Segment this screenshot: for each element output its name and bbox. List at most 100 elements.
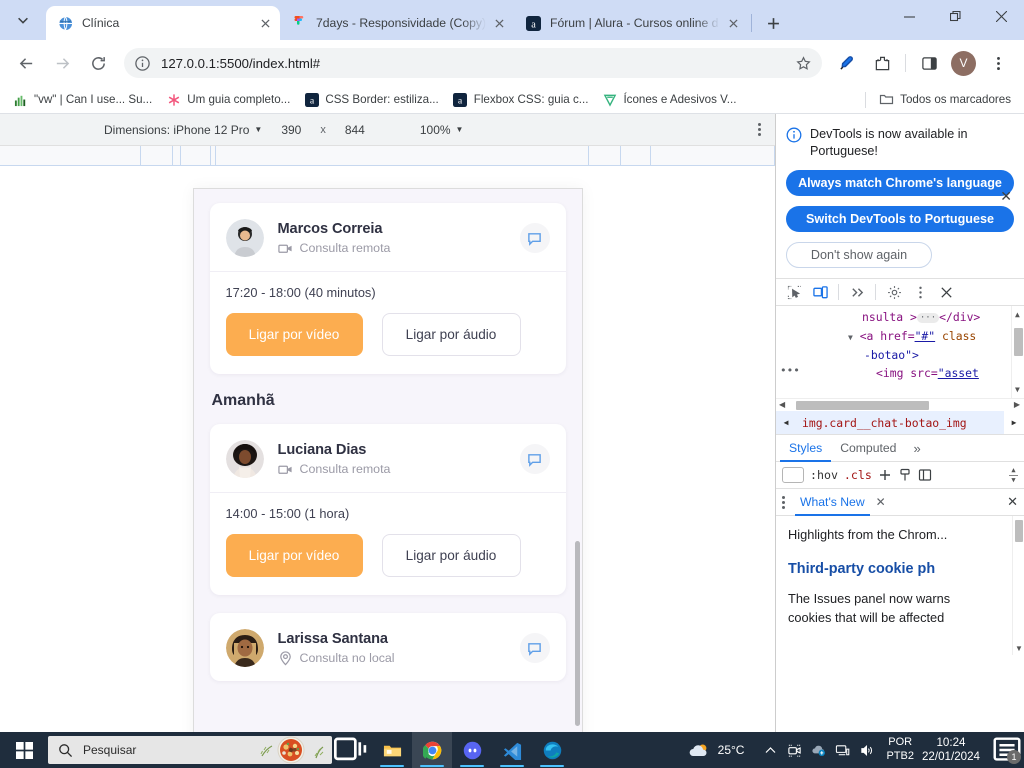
whatsnew-scrollbar[interactable]: ▼ [1012, 516, 1024, 655]
dont-show-again-button[interactable]: Don't show again [786, 242, 932, 268]
close-icon[interactable] [724, 14, 742, 32]
new-style-rule-icon[interactable] [878, 468, 892, 482]
elements-dom-tree[interactable]: nsulta > ··· </div> ▼ <a href="#" class -b… [776, 306, 1024, 398]
settings-gear-icon[interactable] [881, 280, 907, 304]
appointment-card[interactable]: Luciana Dias Consulta remota 14:00 - 15:… [209, 424, 566, 595]
close-icon[interactable] [490, 14, 508, 32]
call-audio-button[interactable]: Ligar por áudio [381, 313, 521, 356]
show-hidden-icons-chevron-up-icon[interactable] [758, 732, 782, 768]
notifications-button[interactable]: 1 [990, 732, 1024, 768]
discord-button[interactable] [452, 732, 492, 768]
address-bar[interactable]: 127.0.0.1:5500/index.html# [124, 48, 822, 78]
page-scrollbar[interactable] [574, 541, 580, 726]
appointment-card[interactable]: Larissa Santana Consulta no local [209, 613, 566, 681]
notification-badge: 1 [1007, 750, 1021, 764]
site-info-icon[interactable] [134, 55, 151, 72]
devtools-close-icon[interactable] [933, 280, 959, 304]
forward-icon[interactable] [47, 48, 77, 78]
styles-pane-resize-handle[interactable]: ▲ ▼ [1009, 466, 1018, 484]
browser-tab-7days[interactable]: 7days - Responsividade (Copy) [280, 6, 514, 40]
device-toolbar-kebab-icon[interactable] [758, 123, 761, 136]
drawer-kebab-icon[interactable] [782, 495, 785, 509]
computed-styles-sidebar-icon[interactable] [898, 468, 912, 482]
eyedropper-icon[interactable] [831, 48, 861, 78]
chat-button[interactable] [519, 444, 550, 474]
more-tabs-chevrons-icon[interactable]: » [905, 441, 928, 456]
dom-line[interactable]: nsulta > ··· </div> [776, 308, 1024, 327]
close-icon[interactable] [256, 14, 274, 32]
call-video-button[interactable]: Ligar por vídeo [225, 313, 363, 356]
dom-line[interactable]: <img src="asset [776, 364, 1024, 383]
dom-tree-vertical-scrollbar[interactable]: ▲ ▼ [1011, 306, 1024, 398]
dom-breadcrumb[interactable]: ◀ img.card__chat-botao_img ▶ [776, 411, 1024, 435]
bookmark-guia-completo[interactable]: Um guia completo... [159, 89, 297, 111]
bookmark-vecteezy[interactable]: Ícones e Adesivos V... [595, 89, 743, 111]
vscode-button[interactable] [492, 732, 532, 768]
dom-line[interactable]: ▼ <a href="#" class [776, 327, 1024, 346]
always-match-language-button[interactable]: Always match Chrome's language [786, 170, 1014, 196]
bookmark-flexbox-css[interactable]: a Flexbox CSS: guia c... [446, 89, 596, 111]
device-zoom-dropdown[interactable]: 100% ▼ [420, 123, 464, 137]
chat-button[interactable] [519, 633, 550, 663]
side-panel-icon[interactable] [914, 48, 944, 78]
devtools-kebab-icon[interactable] [907, 280, 933, 304]
reload-icon[interactable] [83, 48, 113, 78]
device-height-input[interactable]: 844 [332, 123, 378, 137]
call-audio-button[interactable]: Ligar por áudio [381, 534, 521, 577]
weather-widget[interactable]: 25°C [687, 742, 744, 759]
device-width-input[interactable]: 390 [268, 123, 314, 137]
onedrive-sync-icon[interactable] [806, 732, 830, 768]
file-explorer-button[interactable] [372, 732, 412, 768]
whatsnew-heading[interactable]: Third-party cookie ph [788, 561, 1012, 577]
notice-close-icon[interactable]: ✕ [1000, 188, 1012, 205]
screen-record-icon[interactable] [782, 732, 806, 768]
more-panels-chevrons-icon[interactable] [844, 280, 870, 304]
task-view-button[interactable] [332, 732, 372, 768]
browser-tab-clinica[interactable]: Clínica [46, 6, 280, 40]
all-bookmarks-button[interactable]: Todos os marcadores [872, 89, 1018, 111]
clock[interactable]: 10:24 22/01/2024 [922, 736, 980, 765]
back-icon[interactable] [11, 48, 41, 78]
dom-tree-horizontal-scrollbar[interactable]: ◀ ▶ [776, 398, 1024, 411]
extensions-puzzle-icon[interactable] [867, 48, 897, 78]
close-whatsnew-tab-icon[interactable]: ✕ [876, 495, 886, 509]
language-indicator[interactable]: POR PTB2 [886, 736, 914, 764]
taskbar-search-box[interactable]: Pesquisar [48, 736, 332, 764]
device-preset-dropdown[interactable]: Dimensions: iPhone 12 Pro ▼ [104, 123, 262, 137]
call-video-button[interactable]: Ligar por vídeo [225, 534, 363, 577]
emulated-device-viewport[interactable]: Marcos Correia Consulta remota 17:20 - 1… [192, 188, 583, 732]
toggle-device-toolbar-icon[interactable] [807, 280, 833, 304]
toggle-sidebar-icon[interactable] [918, 468, 932, 482]
switch-to-portuguese-button[interactable]: Switch DevTools to Portuguese [786, 206, 1014, 232]
chat-button[interactable] [519, 223, 550, 253]
network-icon[interactable] [830, 732, 854, 768]
toggle-hover-state-button[interactable]: :hov [810, 468, 838, 482]
bookmark-star-icon[interactable] [790, 50, 816, 76]
edge-button[interactable] [532, 732, 572, 768]
profile-avatar[interactable]: V [951, 50, 976, 76]
tab-computed[interactable]: Computed [831, 435, 905, 462]
styles-filter-input[interactable] [782, 467, 804, 483]
start-button[interactable] [0, 732, 48, 768]
appointment-card[interactable]: Marcos Correia Consulta remota 17:20 - 1… [209, 203, 566, 374]
breadcrumb-scroll-left-icon[interactable]: ◀ [776, 418, 796, 427]
breadcrumb-selected-node[interactable]: img.card__chat-botao_img [796, 416, 1004, 430]
dom-line[interactable]: -botao"> [776, 346, 1024, 365]
bookmark-css-border[interactable]: a CSS Border: estiliza... [297, 89, 445, 111]
tab-styles[interactable]: Styles [780, 435, 831, 462]
chrome-button[interactable] [412, 732, 452, 768]
maximize-restore-icon[interactable] [932, 0, 978, 32]
browser-tab-forum-alura[interactable]: a Fórum | Alura - Cursos online d [514, 6, 748, 40]
minimize-icon[interactable] [886, 0, 932, 32]
inspect-element-icon[interactable] [781, 280, 807, 304]
close-drawer-icon[interactable]: ✕ [1007, 494, 1018, 510]
bookmark-caniuse[interactable]: "vw" | Can I use... Su... [6, 89, 159, 111]
chrome-menu-kebab-icon[interactable] [983, 48, 1013, 78]
window-close-icon[interactable] [978, 0, 1024, 32]
tab-search-chevron-down-icon[interactable] [0, 0, 46, 40]
volume-icon[interactable] [854, 732, 878, 768]
toggle-class-button[interactable]: .cls [844, 468, 872, 482]
new-tab-button[interactable] [759, 9, 787, 37]
tab-whats-new[interactable]: What's New [795, 489, 870, 516]
breadcrumb-scroll-right-icon[interactable]: ▶ [1004, 411, 1024, 434]
